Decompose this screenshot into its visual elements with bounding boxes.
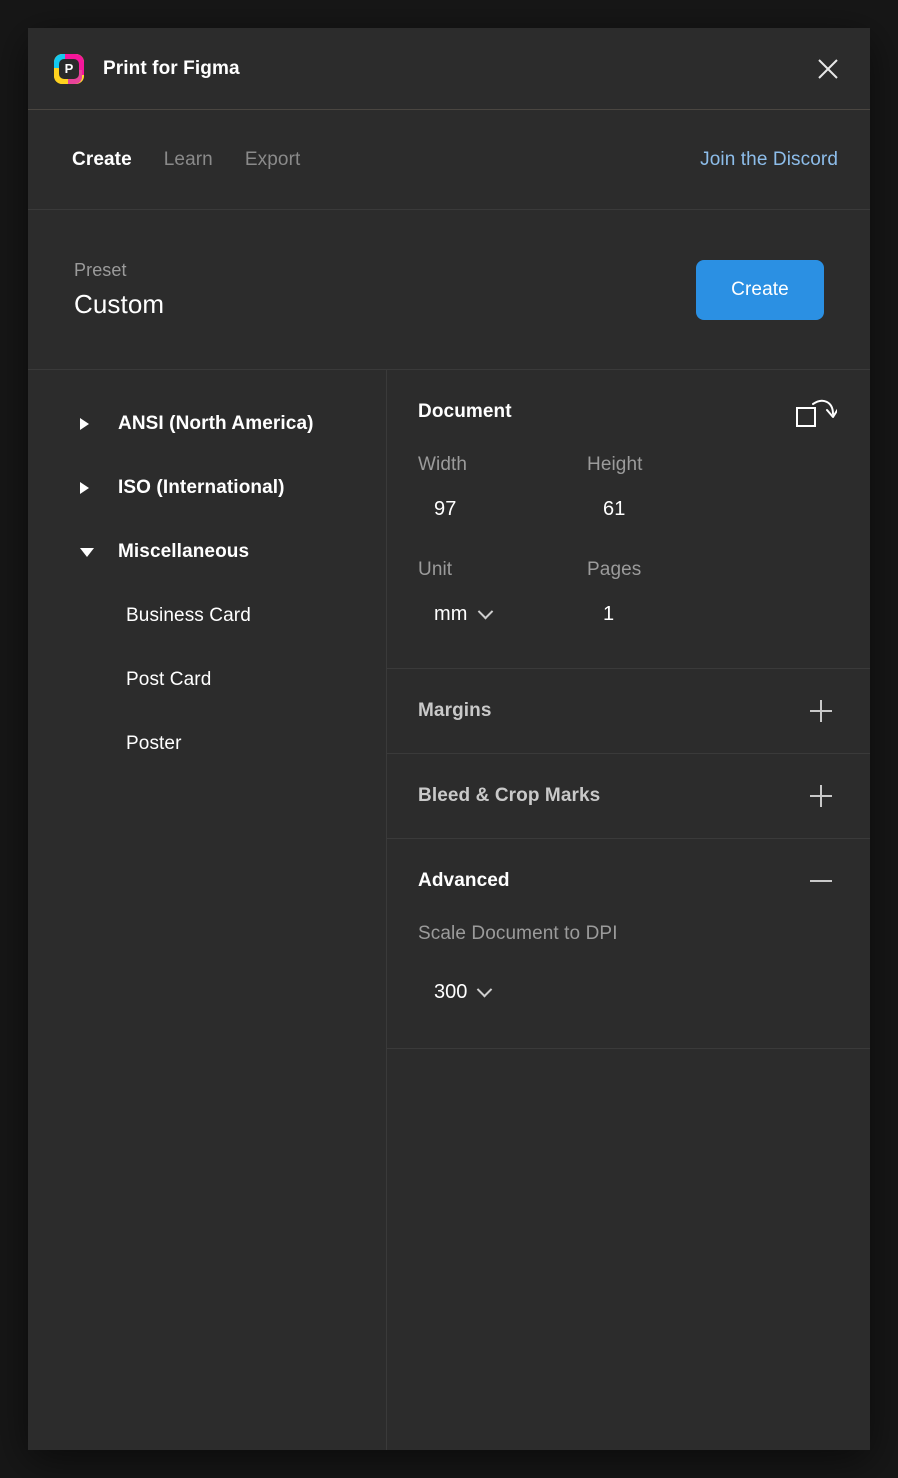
minus-icon[interactable] xyxy=(804,864,838,898)
section-bleed-crop-marks: Bleed & Crop Marks xyxy=(387,754,870,839)
rotate-orientation-icon[interactable] xyxy=(794,395,838,429)
unit-label: Unit xyxy=(418,559,453,580)
sidebar-group-label: ANSI (North America) xyxy=(118,413,314,434)
section-margins: Margins xyxy=(387,669,870,754)
sidebar-item-post-card[interactable]: Post Card xyxy=(28,648,386,712)
section-margins-header[interactable]: Margins xyxy=(387,669,870,753)
sidebar-group-label: ISO (International) xyxy=(118,477,285,498)
sidebar-item-business-card[interactable]: Business Card xyxy=(28,584,386,648)
width-label: Width xyxy=(418,454,468,475)
scale-dpi-value: 300 xyxy=(434,981,468,1003)
body: ANSI (North America) ISO (International)… xyxy=(28,370,870,1450)
advanced-body: Scale Document to DPI 300 xyxy=(387,923,870,1048)
tab-export[interactable]: Export xyxy=(245,149,301,171)
tab-learn[interactable]: Learn xyxy=(164,149,213,171)
plus-icon[interactable] xyxy=(804,694,838,728)
tabs: Create Learn Export xyxy=(72,149,300,171)
title-bar: P Print for Figma xyxy=(28,28,870,110)
chevron-right-icon xyxy=(80,482,96,494)
settings-panel: Document Width Height 97 61 Unit Pages m… xyxy=(387,370,870,1450)
document-fields: Width Height 97 61 Unit Pages mm 1 xyxy=(387,454,870,668)
section-title: Document xyxy=(418,401,512,422)
preset-tree-sidebar: ANSI (North America) ISO (International)… xyxy=(28,370,387,1450)
scale-dpi-label: Scale Document to DPI xyxy=(418,923,618,944)
section-title: Advanced xyxy=(418,870,510,891)
sidebar-group-miscellaneous[interactable]: Miscellaneous xyxy=(28,520,386,584)
height-label: Height xyxy=(587,454,643,475)
create-button[interactable]: Create xyxy=(696,259,824,320)
section-title: Bleed & Crop Marks xyxy=(418,785,601,806)
section-advanced-header[interactable]: Advanced xyxy=(387,839,870,923)
pages-input[interactable]: 1 xyxy=(587,603,839,626)
section-advanced: Advanced Scale Document to DPI 300 xyxy=(387,839,870,1049)
sidebar-group-label: Miscellaneous xyxy=(118,541,250,562)
app-title: Print for Figma xyxy=(103,57,240,79)
print-for-figma-logo-icon: P xyxy=(54,53,84,84)
preset-label: Preset xyxy=(74,259,127,280)
pages-label: Pages xyxy=(587,559,642,580)
sidebar-group-iso[interactable]: ISO (International) xyxy=(28,456,386,520)
sidebar-item-poster[interactable]: Poster xyxy=(28,712,386,776)
preset-bar: Preset Custom Create xyxy=(28,210,870,370)
unit-select-value: mm xyxy=(434,603,468,625)
chevron-right-icon xyxy=(80,418,96,430)
unit-select[interactable]: mm xyxy=(418,603,587,626)
chevron-down-icon xyxy=(477,981,493,998)
tab-bar: Create Learn Export Join the Discord xyxy=(28,110,870,210)
chevron-down-icon xyxy=(80,547,96,557)
plus-icon[interactable] xyxy=(804,779,838,813)
section-bleed-header[interactable]: Bleed & Crop Marks xyxy=(387,754,870,838)
settings-filler xyxy=(387,1049,870,1450)
close-icon[interactable] xyxy=(808,49,848,89)
section-title: Margins xyxy=(418,700,492,721)
section-document: Document Width Height 97 61 Unit Pages m… xyxy=(387,370,870,669)
height-input[interactable]: 61 xyxy=(587,498,839,559)
preset-block: Preset Custom xyxy=(74,260,164,320)
preset-value: Custom xyxy=(74,288,165,319)
tab-create[interactable]: Create xyxy=(72,149,132,171)
plugin-window: P Print for Figma Create Learn Export Jo… xyxy=(28,28,870,1450)
scale-dpi-select[interactable]: 300 xyxy=(418,981,839,1004)
logo-letter: P xyxy=(59,58,79,79)
sidebar-group-ansi[interactable]: ANSI (North America) xyxy=(28,392,386,456)
section-document-header: Document xyxy=(387,370,870,454)
join-discord-link[interactable]: Join the Discord xyxy=(700,149,838,171)
chevron-down-icon xyxy=(477,603,493,620)
width-input[interactable]: 97 xyxy=(418,498,587,559)
